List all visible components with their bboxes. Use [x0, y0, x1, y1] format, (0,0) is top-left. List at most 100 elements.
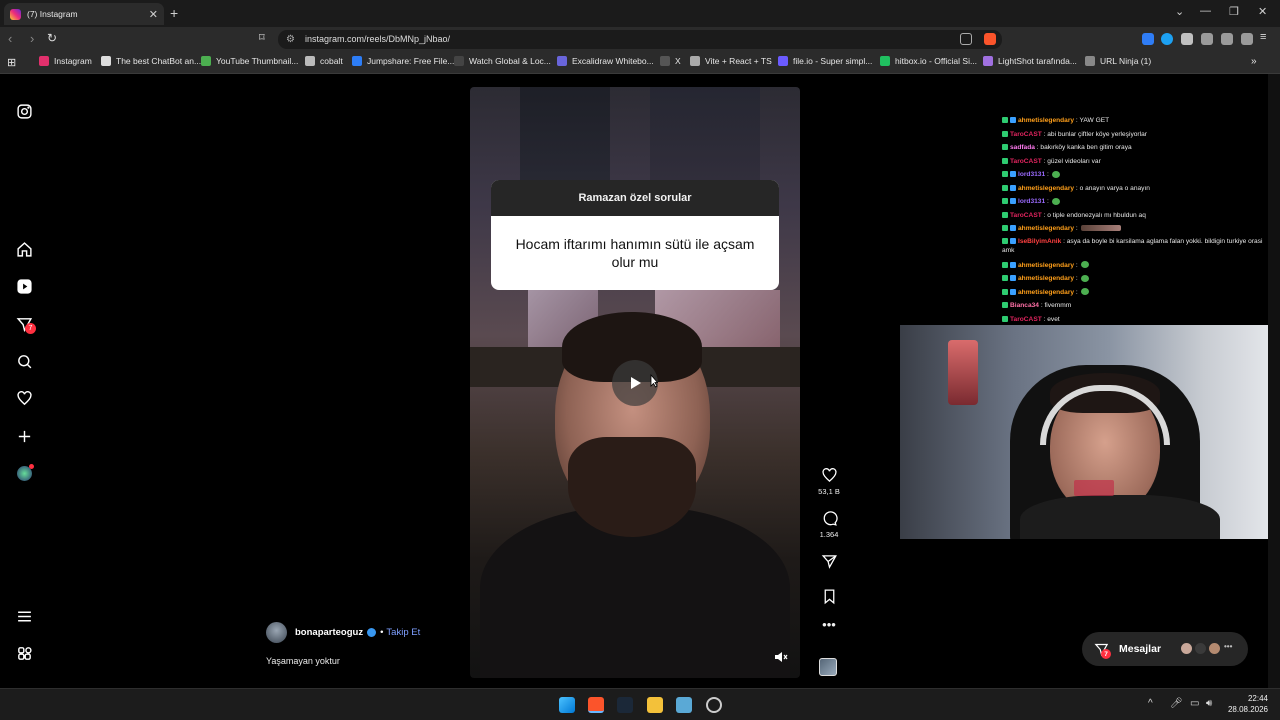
maximize-icon[interactable]: ❐: [1229, 5, 1239, 18]
forward-icon[interactable]: ›: [30, 31, 34, 46]
messages-badge: 7: [25, 323, 36, 334]
tab-search-chevron-icon[interactable]: ⌄: [1175, 5, 1184, 18]
avatar[interactable]: [266, 622, 287, 643]
menu-icon[interactable]: ≡: [1260, 31, 1266, 43]
reel-video[interactable]: Ramazan özel sorular Hocam iftarımı hanı…: [470, 87, 800, 678]
bookmark-favicon-icon: [101, 56, 111, 66]
comment-button[interactable]: 1.364: [815, 510, 843, 539]
bookmark-item[interactable]: Instagram: [39, 56, 92, 66]
volume-icon[interactable]: 🔊︎: [1206, 698, 1212, 709]
chat-badge-icon: [1002, 198, 1008, 205]
bookmark-item[interactable]: The best ChatBot an...: [101, 56, 201, 66]
like-button[interactable]: 53,1 B: [815, 467, 843, 496]
new-tab-icon[interactable]: +: [170, 5, 178, 21]
chat-text: :: [1046, 198, 1049, 205]
windows-taskbar: ^ 🎤︎ ▭ 🔊︎ 22:44 28.08.2026: [0, 688, 1280, 720]
address-toolbar: ‹ › ↻ ⌑ ⚙ instagram.com/reels/DbMNp_jNba…: [0, 27, 1280, 52]
more-avatars-icon: •••: [1224, 642, 1233, 651]
audio-thumbnail[interactable]: [819, 658, 837, 676]
chat-badge-icon: [1010, 288, 1016, 295]
browser-tab[interactable]: (7) Instagram ✕: [4, 3, 164, 25]
bookmark-item[interactable]: Vite + React + TS: [690, 56, 772, 66]
webcam-person: [1020, 495, 1220, 539]
minimize-icon[interactable]: —: [1200, 5, 1211, 17]
share-button[interactable]: [815, 553, 843, 573]
extension-icon[interactable]: [1181, 33, 1193, 45]
question-sticker-text: Hocam iftarımı hanımın sütü ile açsam ol…: [515, 236, 755, 270]
chat-text: :: [1075, 261, 1078, 269]
reload-icon[interactable]: ↻: [47, 31, 57, 45]
tab-close-icon[interactable]: ✕: [149, 8, 158, 21]
chat-username: TaroCAST: [1010, 130, 1042, 138]
more-bookmarks-icon[interactable]: »: [1251, 56, 1257, 67]
bookmark-item[interactable]: LightShot tarafında...: [983, 56, 1077, 66]
bookmark-item[interactable]: Watch Global & Loc...: [454, 56, 551, 66]
dot-separator: •: [380, 627, 384, 638]
more-menu-icon[interactable]: [14, 606, 34, 626]
chat-badge-icon: [1002, 288, 1008, 295]
extension-icon[interactable]: [1142, 33, 1154, 45]
page-scrollbar[interactable]: [1268, 74, 1280, 688]
bookmark-item[interactable]: hitbox.io - Official Si...: [880, 56, 977, 66]
bookmark-item[interactable]: Jumpshare: Free File...: [352, 56, 454, 66]
app-icon[interactable]: [676, 697, 692, 713]
bookmark-item[interactable]: X: [660, 56, 681, 66]
window-close-icon[interactable]: ✕: [1258, 5, 1267, 18]
bookmark-item[interactable]: Excalidraw Whitebo...: [557, 56, 654, 66]
chat-username: ahmetislegendary: [1018, 275, 1075, 282]
cast-icon[interactable]: [960, 33, 972, 45]
brave-browser-icon[interactable]: [588, 697, 604, 713]
chat-text: :: [1075, 288, 1078, 296]
steam-icon[interactable]: [617, 697, 633, 713]
bookmark-item[interactable]: cobalt: [305, 56, 343, 66]
chat-text: : güzel videoları var: [1043, 157, 1101, 165]
url-field[interactable]: ⚙ instagram.com/reels/DbMNp_jNbao/: [278, 30, 1002, 49]
avatar: [1180, 642, 1193, 655]
tray-chevron-icon[interactable]: ^: [1148, 698, 1153, 709]
also-from-meta-icon[interactable]: [14, 643, 34, 663]
share-icon: [821, 555, 837, 569]
home-icon[interactable]: [14, 239, 34, 259]
create-plus-icon[interactable]: [14, 426, 34, 446]
search-icon[interactable]: [14, 351, 34, 371]
extension-icon[interactable]: [1161, 33, 1173, 45]
more-options-icon[interactable]: •••: [815, 618, 843, 631]
reels-icon[interactable]: [14, 276, 34, 296]
messages-pill[interactable]: 7 Mesajlar •••: [1082, 632, 1248, 666]
chat-badge-icon: [1002, 237, 1008, 244]
chat-message: ahmetislegendary :: [1002, 286, 1268, 300]
chat-username: TaroCAST: [1010, 157, 1042, 165]
author-username[interactable]: bonaparteoguz: [295, 627, 363, 638]
site-settings-icon[interactable]: ⚙: [286, 30, 295, 49]
extensions-puzzle-icon[interactable]: [1201, 33, 1213, 45]
bookmark-item[interactable]: YouTube Thumbnail...: [201, 56, 298, 66]
file-explorer-icon[interactable]: [647, 697, 663, 713]
chat-emote-icon: [1080, 261, 1089, 269]
mute-icon[interactable]: [774, 651, 788, 663]
profile-avatar[interactable]: [14, 463, 34, 483]
bookmark-icon[interactable]: ⌑: [259, 31, 265, 44]
chat-message: ahmetislegendary : o anayın varya o anay…: [1002, 182, 1268, 196]
instagram-logo-icon[interactable]: [14, 101, 34, 121]
chat-message: sadfada : bakırköy kanka ben gitim oraya: [1002, 141, 1268, 155]
chat-badge-icon: [1002, 130, 1008, 137]
network-icon[interactable]: ▭: [1190, 698, 1199, 709]
back-icon[interactable]: ‹: [8, 31, 12, 46]
chat-emote-icon: [1080, 288, 1089, 296]
obs-icon[interactable]: [706, 697, 722, 713]
follow-button[interactable]: Takip Et: [386, 627, 420, 638]
chat-username: Bianca34: [1010, 302, 1039, 309]
music-icon[interactable]: [1221, 33, 1233, 45]
start-icon[interactable]: [559, 697, 575, 713]
notifications-heart-icon[interactable]: [14, 388, 34, 408]
chat-message: ahmetislegendary :: [1002, 222, 1268, 236]
heart-icon: [821, 468, 837, 483]
system-clock[interactable]: 22:44 28.08.2026: [1216, 693, 1268, 715]
bookmark-item[interactable]: file.io - Super simpl...: [778, 56, 872, 66]
apps-grid-icon[interactable]: ⊞: [7, 56, 16, 69]
bookmark-item[interactable]: URL Ninja (1): [1085, 56, 1151, 66]
save-button[interactable]: [815, 588, 843, 608]
brave-shields-icon[interactable]: [984, 33, 996, 45]
microphone-icon[interactable]: 🎤︎: [1170, 698, 1183, 709]
vpn-icon[interactable]: [1241, 33, 1253, 45]
